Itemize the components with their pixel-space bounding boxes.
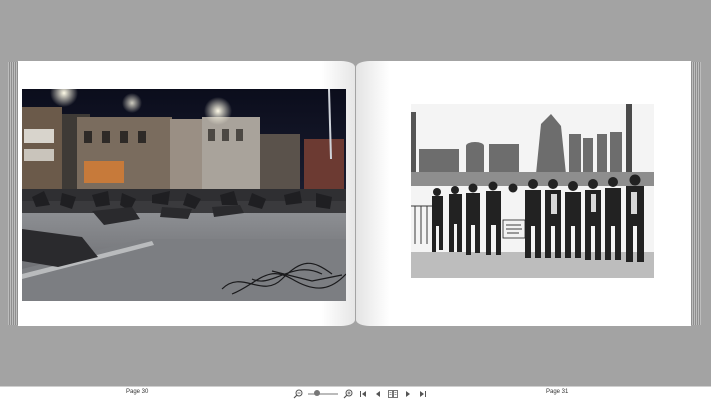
left-page-label: Page 30 [126,389,149,395]
steelworkers-march-photo [411,104,654,278]
first-page-icon[interactable] [358,389,368,399]
zoom-in-icon[interactable] [343,389,353,399]
viewer-controls [293,388,428,400]
street-barricade-night-photo [22,89,346,301]
last-page-icon[interactable] [418,389,428,399]
page-31[interactable] [356,61,691,326]
right-page-stack-edge [691,62,701,325]
left-page-stack-edge [8,62,18,325]
previous-page-icon[interactable] [373,389,383,399]
page-30[interactable] [18,61,355,326]
double-page-view-icon[interactable] [388,389,398,399]
zoom-out-icon[interactable] [293,389,303,399]
book-viewer [0,0,711,386]
bottom-toolbar: Page 30 Page 31 [0,386,711,401]
zoom-slider[interactable] [308,390,338,396]
next-page-icon[interactable] [403,389,413,399]
zoom-slider-handle[interactable] [314,390,320,396]
open-book [8,61,701,326]
right-page-label: Page 31 [546,389,569,395]
